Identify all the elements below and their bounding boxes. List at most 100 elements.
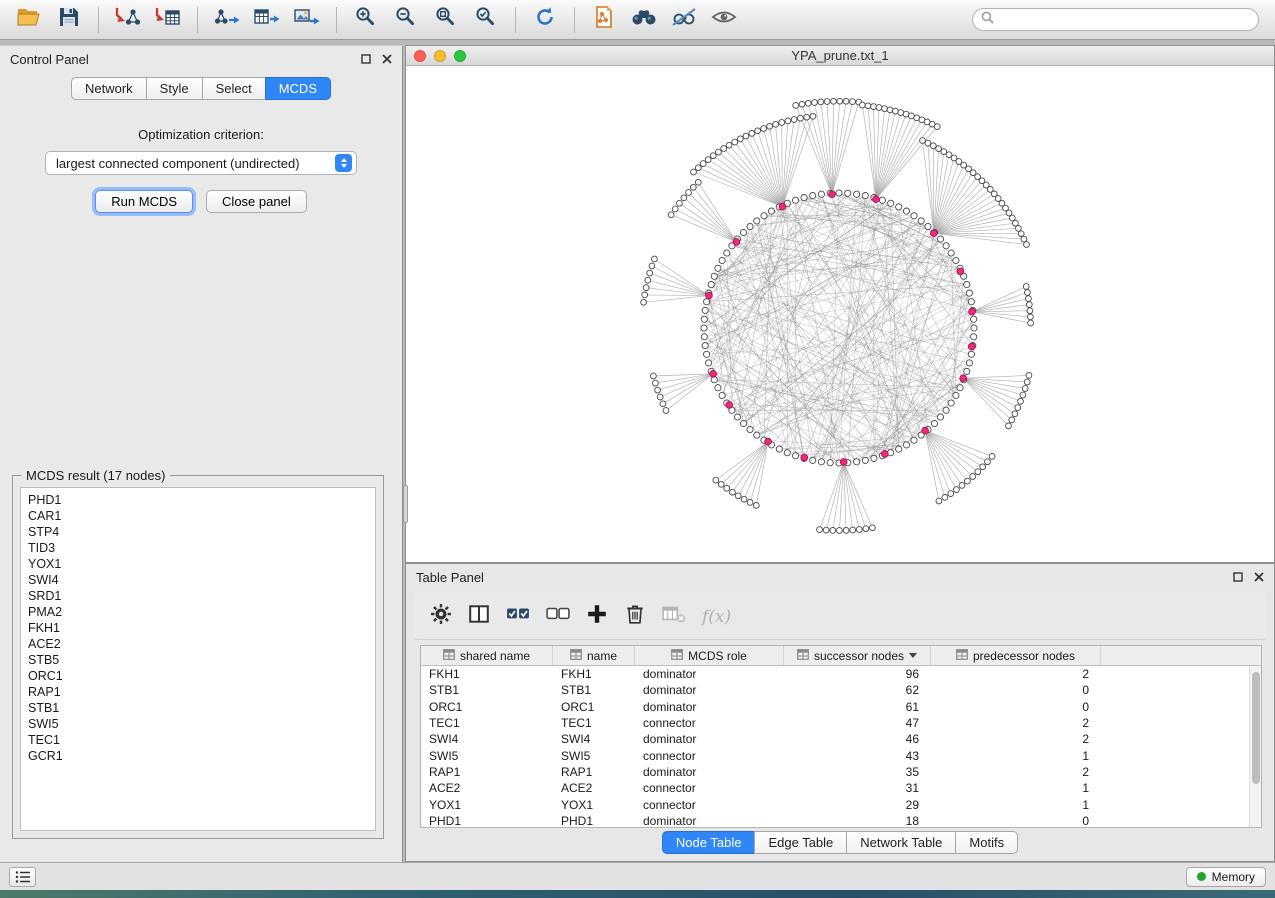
mcds-result-item[interactable]: PHD1 (21, 492, 375, 508)
zoom-out-button[interactable] (387, 5, 425, 35)
mcds-result-item[interactable]: YOX1 (21, 556, 375, 572)
tab-style[interactable]: Style (146, 77, 203, 100)
network-graph[interactable] (406, 66, 1274, 562)
mcds-result-item[interactable]: FKH1 (21, 620, 375, 636)
show-eye-button[interactable] (705, 5, 743, 35)
search-icon (981, 11, 994, 29)
add-row-button[interactable] (586, 603, 608, 630)
table-row[interactable]: SWI5SWI5connector431 (421, 747, 1249, 763)
table-tab-edge-table[interactable]: Edge Table (754, 831, 847, 854)
search-input[interactable] (1000, 13, 1250, 27)
mcds-result-item[interactable]: STP4 (21, 524, 375, 540)
mcds-result-item[interactable]: STB5 (21, 652, 375, 668)
column-header-successor-nodes[interactable]: successor nodes (784, 646, 931, 665)
zoom-fit-button[interactable] (427, 5, 465, 35)
cell-name: SWI4 (553, 732, 635, 746)
cell-successor-nodes: 43 (784, 749, 931, 763)
refresh-button[interactable] (526, 5, 564, 35)
export-image-button[interactable] (288, 5, 326, 35)
mcds-result-item[interactable]: ORC1 (21, 668, 375, 684)
table-row[interactable]: ORC1ORC1dominator610 (421, 699, 1249, 715)
column-header-name[interactable]: name (553, 646, 635, 665)
import-table-button[interactable] (149, 5, 187, 35)
table-row[interactable]: STB1STB1dominator620 (421, 682, 1249, 698)
mcds-result-item[interactable]: PMA2 (21, 604, 375, 620)
column-header-mcds-role[interactable]: MCDS role (635, 646, 784, 665)
open-file-icon (16, 6, 42, 33)
cell-mcds-role: dominator (635, 667, 784, 681)
table-row[interactable]: RAP1RAP1dominator352 (421, 764, 1249, 780)
find-binoculars-button[interactable] (625, 5, 663, 35)
delete-row-button[interactable] (624, 603, 646, 630)
mcds-result-item[interactable]: ACE2 (21, 636, 375, 652)
window-close-icon[interactable] (414, 50, 426, 62)
memory-button[interactable]: Memory (1186, 867, 1266, 887)
mcds-result-item[interactable]: TEC1 (21, 732, 375, 748)
column-selector-button[interactable] (468, 603, 490, 630)
zoom-selected-button[interactable] (467, 5, 505, 35)
share-network-document-button[interactable] (585, 5, 623, 35)
column-label: name (587, 649, 617, 663)
table-tab-node-table[interactable]: Node Table (662, 831, 756, 854)
table-tab-motifs[interactable]: Motifs (955, 831, 1018, 854)
column-header-shared-name[interactable]: shared name (421, 646, 553, 665)
close-panel-icon[interactable] (382, 54, 392, 64)
mcds-result-item[interactable]: SRD1 (21, 588, 375, 604)
tab-mcds[interactable]: MCDS (265, 77, 331, 100)
network-view-titlebar[interactable]: YPA_prune.txt_1 (406, 46, 1274, 66)
import-network-button[interactable] (109, 5, 147, 35)
close-panel-button[interactable]: Close panel (206, 190, 307, 213)
tab-network[interactable]: Network (71, 77, 147, 100)
cell-predecessor-nodes: 1 (931, 798, 1101, 812)
table-row[interactable]: SWI4SWI4dominator462 (421, 731, 1249, 747)
tab-select[interactable]: Select (202, 77, 266, 100)
table-row[interactable]: PHD1PHD1dominator180 (421, 813, 1249, 827)
table-row[interactable]: TEC1TEC1connector472 (421, 715, 1249, 731)
save-session-button[interactable] (50, 5, 88, 35)
window-zoom-icon[interactable] (454, 50, 466, 62)
cell-name: ACE2 (553, 781, 635, 795)
cell-mcds-role: connector (635, 749, 784, 763)
table-scrollbar[interactable] (1249, 666, 1261, 827)
column-label: successor nodes (814, 649, 904, 663)
open-file-button[interactable] (10, 5, 48, 35)
window-minimize-icon[interactable] (434, 50, 446, 62)
panel-splitter[interactable] (403, 485, 408, 523)
scrollbar-thumb[interactable] (1252, 672, 1260, 784)
close-table-panel-icon[interactable] (1254, 572, 1264, 582)
mcds-result-item[interactable]: STB1 (21, 700, 375, 716)
deselect-all-button[interactable] (546, 603, 570, 630)
cell-name: FKH1 (553, 667, 635, 681)
column-type-icon (956, 649, 968, 663)
float-panel-icon[interactable] (361, 54, 371, 64)
mcds-result-item[interactable]: TID3 (21, 540, 375, 556)
table-row[interactable]: YOX1YOX1connector291 (421, 796, 1249, 812)
mcds-result-item[interactable]: GCR1 (21, 748, 375, 764)
column-label: predecessor nodes (973, 649, 1075, 663)
mcds-result-item[interactable]: RAP1 (21, 684, 375, 700)
hide-glasses-button[interactable] (665, 5, 703, 35)
export-network-button[interactable] (208, 5, 246, 35)
column-header-predecessor-nodes[interactable]: predecessor nodes (931, 646, 1101, 665)
settings-gear-button[interactable] (430, 603, 452, 630)
table-row[interactable]: FKH1FKH1dominator962 (421, 666, 1249, 682)
find-binoculars-icon (631, 6, 657, 33)
table-tabbar: Node TableEdge TableNetwork TableMotifs (406, 831, 1274, 854)
import-table-icon (155, 6, 181, 33)
cell-shared-name: ACE2 (421, 781, 553, 795)
criterion-dropdown[interactable]: largest connected component (undirected) (45, 151, 357, 175)
table-row[interactable]: ACE2ACE2connector311 (421, 780, 1249, 796)
search-box[interactable] (972, 8, 1259, 31)
table-tab-network-table[interactable]: Network Table (846, 831, 956, 854)
float-table-panel-icon[interactable] (1233, 572, 1243, 582)
mcds-result-item[interactable]: SWI5 (21, 716, 375, 732)
run-mcds-button[interactable]: Run MCDS (95, 190, 193, 213)
clear-table-disabled-button (662, 603, 686, 630)
control-panel-header: Control Panel (0, 46, 402, 72)
mcds-result-item[interactable]: CAR1 (21, 508, 375, 524)
show-panels-button[interactable] (9, 867, 36, 887)
mcds-result-item[interactable]: SWI4 (21, 572, 375, 588)
select-all-button[interactable] (506, 603, 530, 630)
zoom-in-button[interactable] (347, 5, 385, 35)
export-table-button[interactable] (248, 5, 286, 35)
